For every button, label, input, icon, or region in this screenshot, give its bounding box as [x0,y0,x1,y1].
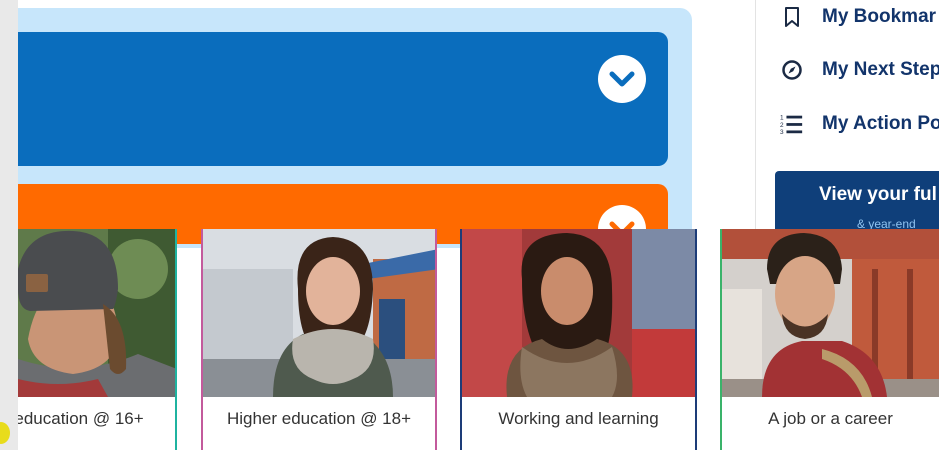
menu-item-label: My Bookmar [822,6,937,27]
side-menu: My Bookmar My Next Step 123 My Action Po… [755,0,939,241]
menu-item-next-steps[interactable]: My Next Step [756,55,939,85]
card-photo [462,229,695,397]
left-margin-strip [0,0,18,450]
card-further-education[interactable]: r education @ 16+ [18,229,177,450]
menu-item-label: My Next Step [822,59,939,80]
card-photo [722,229,939,397]
card-working-and-learning[interactable]: Working and learning [460,229,697,450]
card-caption: Working and learning [498,409,659,428]
bookmark-icon [780,5,804,29]
numbered-list-icon: 123 [780,112,804,136]
svg-text:2: 2 [780,122,784,129]
page: My Bookmar My Next Step 123 My Action Po… [0,0,939,450]
compass-icon [780,58,804,82]
chevron-down-icon[interactable] [598,55,646,103]
card-higher-education[interactable]: Higher education @ 18+ [201,229,437,450]
card-photo [203,229,435,397]
card-job-or-career[interactable]: A job or a career [720,229,939,450]
menu-item-bookmarks[interactable]: My Bookmar [756,2,936,32]
accordion-section-1[interactable] [18,32,668,166]
card-caption: A job or a career [768,409,893,428]
menu-item-label: My Action Po [822,113,939,134]
card-photo [18,229,175,397]
card-caption: Higher education @ 18+ [226,409,412,428]
svg-text:1: 1 [780,114,784,121]
card-caption: r education @ 16+ [18,409,144,428]
menu-item-action-points[interactable]: 123 My Action Po [756,109,939,139]
view-button-label: View your ful [819,184,937,205]
svg-text:3: 3 [780,129,784,136]
pathway-cards: r education @ 16+ Higher education @ [18,229,939,450]
